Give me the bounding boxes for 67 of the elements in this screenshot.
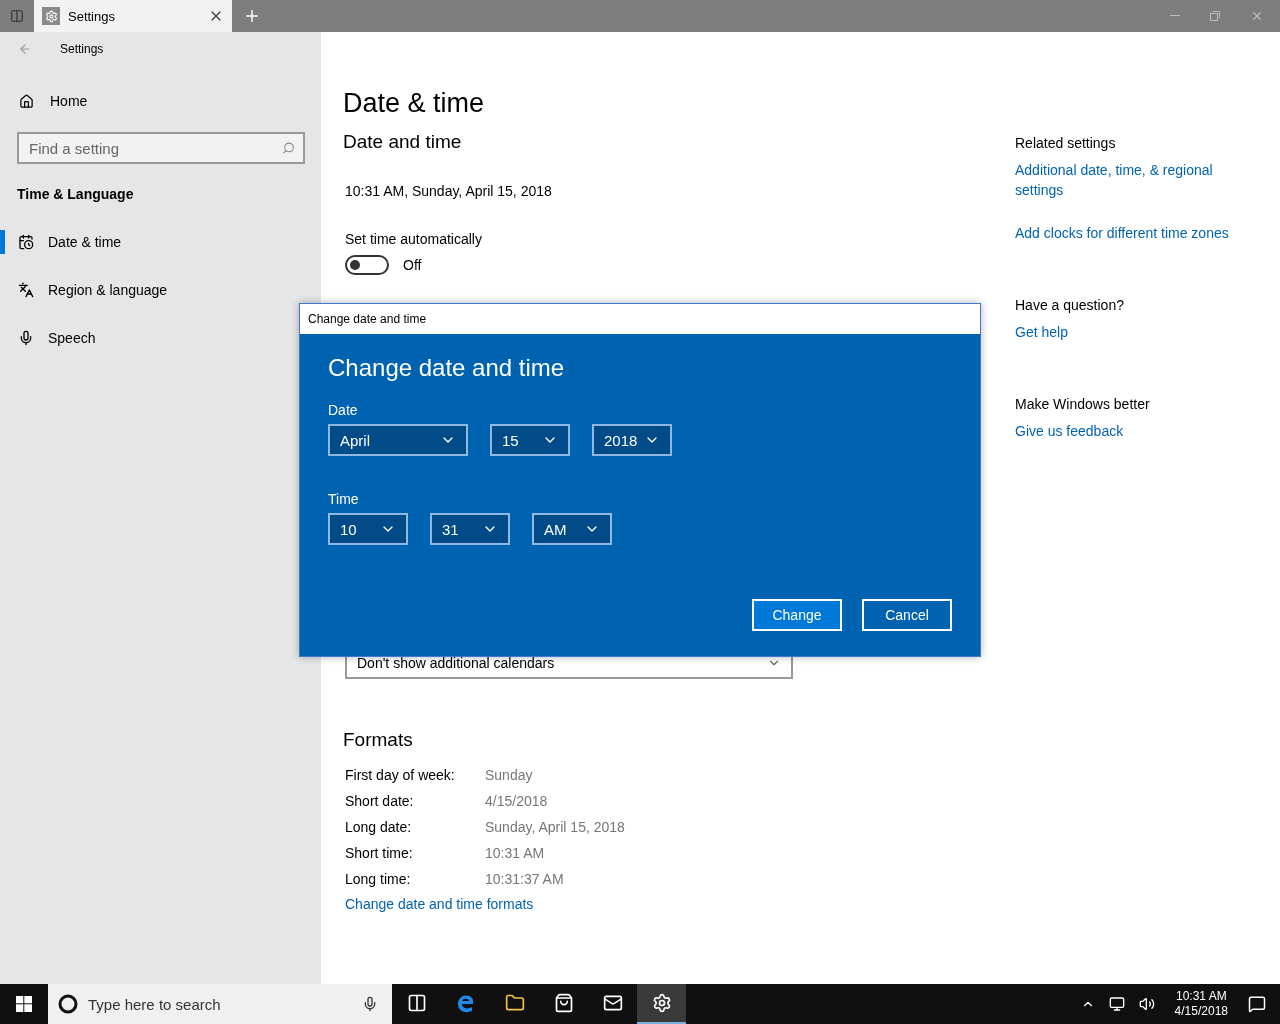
task-view-icon xyxy=(406,993,427,1013)
help-link[interactable]: Give us feedback xyxy=(1015,421,1251,441)
dropdown[interactable]: AM xyxy=(532,513,612,545)
search-icon xyxy=(282,141,295,155)
setting-label: Set time automatically xyxy=(344,231,483,247)
volume-icon[interactable] xyxy=(1138,996,1155,1012)
window-title: Settings xyxy=(60,42,104,56)
microphone-icon xyxy=(362,996,378,1012)
section-heading: Date and time xyxy=(343,131,463,153)
format-label: Long time: xyxy=(345,871,412,887)
microphone-icon xyxy=(18,330,34,346)
formats-link[interactable]: Change date and time formats xyxy=(345,896,534,912)
network-icon[interactable] xyxy=(1108,996,1125,1012)
mail-icon xyxy=(602,993,623,1013)
sidebar-item[interactable]: Date & time xyxy=(0,218,280,266)
section-heading: Time & Language xyxy=(16,185,135,204)
language-icon xyxy=(18,282,34,298)
format-value: 10:31:37 AM xyxy=(485,871,565,887)
format-value: 10:31 AM xyxy=(485,845,546,861)
section-heading: Formats xyxy=(343,729,414,751)
help-link[interactable]: Add clocks for different time zones xyxy=(1015,223,1251,243)
dropdown[interactable]: April xyxy=(328,424,468,456)
settings-icon xyxy=(651,993,672,1013)
format-label: Long date: xyxy=(345,819,413,835)
taskbar-app[interactable] xyxy=(637,984,686,1024)
search-field[interactable]: Find a setting xyxy=(17,132,305,164)
current-date-time: 10:31 AM, Sunday, April 15, 2018 xyxy=(344,183,553,199)
field-label: Date xyxy=(328,402,359,418)
group-heading: Make Windows better xyxy=(1015,396,1151,412)
field-label: Time xyxy=(328,491,360,507)
dropdown[interactable]: 31 xyxy=(430,513,510,545)
home-icon xyxy=(19,93,34,109)
taskbar-clock[interactable]: 10:31 AM 4/15/2018 xyxy=(1168,988,1234,1020)
circle-icon xyxy=(58,994,78,1014)
dropdown[interactable]: 2018 xyxy=(592,424,672,456)
sidebar-item[interactable]: Region & language xyxy=(0,266,280,314)
dialog-heading: Change date and time xyxy=(328,354,566,382)
dropdown[interactable]: 15 xyxy=(490,424,570,456)
calendar-icon xyxy=(18,234,34,250)
dialog-button[interactable]: Cancel xyxy=(862,599,952,631)
taskbar-search-field[interactable]: Type here to search xyxy=(48,984,392,1024)
settings-icon xyxy=(42,7,60,25)
toggle-state: Off xyxy=(403,257,422,273)
dropdown[interactable]: 10 xyxy=(328,513,408,545)
folder-icon xyxy=(504,993,525,1013)
format-value: Sunday xyxy=(485,767,534,783)
home-link[interactable]: Home xyxy=(0,66,321,122)
group-heading: Have a question? xyxy=(1015,297,1125,313)
notification-icon[interactable] xyxy=(1248,995,1266,1013)
help-link[interactable]: Additional date, time, & regional settings xyxy=(1015,160,1251,200)
sidebar-item[interactable]: Speech xyxy=(0,314,280,362)
page-title: Date & time xyxy=(343,88,486,119)
dialog-title: Change date and time xyxy=(300,304,980,334)
help-link[interactable]: Get help xyxy=(1015,322,1251,342)
format-label: First day of week: xyxy=(345,767,456,783)
group-heading: Related settings xyxy=(1015,135,1117,151)
tabs-icon[interactable] xyxy=(10,9,24,23)
new-tab-icon[interactable] xyxy=(243,7,261,25)
format-value: Sunday, April 15, 2018 xyxy=(485,819,626,835)
toggle-switch[interactable] xyxy=(345,255,389,275)
dialog-button[interactable]: Change xyxy=(752,599,842,631)
windows-logo-icon xyxy=(16,996,32,1012)
format-label: Short date: xyxy=(345,793,415,809)
shopping-bag-icon xyxy=(553,993,574,1013)
format-label: Short time: xyxy=(345,845,414,861)
window-tab[interactable]: Settings xyxy=(34,0,232,32)
format-value: 4/15/2018 xyxy=(485,793,549,809)
